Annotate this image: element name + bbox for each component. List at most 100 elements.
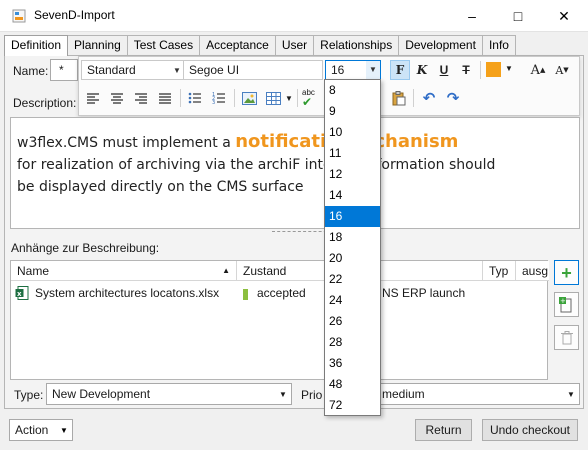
font-size-select[interactable]: 16 ▼ xyxy=(325,60,381,80)
attachment-name: System architectures locatons.xlsx xyxy=(35,286,220,300)
align-right-icon[interactable] xyxy=(131,88,151,108)
svg-text:3: 3 xyxy=(212,100,215,104)
bullets-icon[interactable] xyxy=(185,88,205,108)
add-attachment-button[interactable]: + xyxy=(554,260,579,285)
shrink-font-glyph: A xyxy=(555,63,564,77)
style-select[interactable]: Standard ▼ xyxy=(81,60,185,80)
font-size-option[interactable]: 14 xyxy=(325,185,380,206)
minimize-button[interactable]: – xyxy=(449,0,495,32)
shrink-font-button[interactable]: A ▼ xyxy=(552,60,572,80)
style-value: Standard xyxy=(87,63,136,77)
action-menu[interactable]: Action ▼ xyxy=(9,419,73,441)
table-row[interactable]: x System architectures locatons.xlsx acc… xyxy=(11,282,548,304)
image-icon[interactable] xyxy=(239,88,259,108)
font-size-option[interactable]: 11 xyxy=(325,143,380,164)
svg-text:x: x xyxy=(17,290,22,298)
type-value: New Development xyxy=(52,387,151,401)
font-size-value: 16 xyxy=(331,63,345,77)
bold-button[interactable]: F xyxy=(390,60,410,80)
font-select[interactable]: Segoe UI xyxy=(183,60,323,80)
splitter-grip xyxy=(272,231,332,232)
font-size-option[interactable]: 18 xyxy=(325,227,380,248)
window-title: SevenD-Import xyxy=(34,8,115,22)
new-document-button[interactable]: + xyxy=(554,292,579,317)
font-size-option[interactable]: 12 xyxy=(325,164,380,185)
excel-file-icon: x xyxy=(15,286,29,300)
action-value: Action xyxy=(15,423,49,437)
redo-icon[interactable]: ↷ xyxy=(443,88,463,108)
column-header-status[interactable]: Zustand xyxy=(237,261,327,281)
column-header-type[interactable]: Typ xyxy=(483,261,516,281)
chevron-down-icon: ▼ xyxy=(60,425,68,435)
italic-button[interactable]: K xyxy=(412,60,432,80)
editor-text: for realization of archiving via the arc… xyxy=(17,157,332,173)
font-size-option[interactable]: 16 xyxy=(325,206,380,227)
table-icon[interactable] xyxy=(263,88,283,108)
attachment-release: NS ERP launch xyxy=(382,286,466,300)
align-left-icon[interactable] xyxy=(83,88,103,108)
editor-line-2: for realization of archiving via the arc… xyxy=(17,154,573,176)
status-indicator-icon xyxy=(243,289,248,300)
type-select[interactable]: New Development ▼ xyxy=(46,383,292,405)
justify-icon[interactable] xyxy=(155,88,175,108)
chevron-down-icon[interactable]: ▼ xyxy=(285,94,293,103)
tab-test-cases[interactable]: Test Cases xyxy=(126,35,201,55)
align-center-icon[interactable] xyxy=(107,88,127,108)
type-label: Type: xyxy=(14,388,44,402)
maximize-button[interactable]: □ xyxy=(495,0,541,32)
tab-info[interactable]: Info xyxy=(481,35,516,55)
tab-definition[interactable]: Definition xyxy=(4,35,69,56)
return-button[interactable]: Return xyxy=(415,419,472,441)
editor-text-tail: nformation should xyxy=(367,157,496,173)
splitter-handle[interactable] xyxy=(10,229,580,235)
toolbar-divider xyxy=(413,89,414,107)
priority-value: medium xyxy=(382,387,425,401)
font-size-option[interactable]: 10 xyxy=(325,122,380,143)
chevron-down-icon: ▼ xyxy=(505,64,513,73)
highlighted-text: notificati xyxy=(235,131,327,152)
font-size-option[interactable]: 9 xyxy=(325,101,380,122)
tab-planning[interactable]: Planning xyxy=(67,35,128,55)
close-button[interactable]: ✕ xyxy=(541,0,587,32)
font-size-option[interactable]: 26 xyxy=(325,311,380,332)
trash-icon xyxy=(560,330,573,344)
svg-text:+: + xyxy=(560,297,566,305)
tab-bar: Definition Planning Test Cases Acceptanc… xyxy=(4,35,516,56)
column-header-name[interactable]: Name ▲ xyxy=(11,261,237,281)
font-value: Segoe UI xyxy=(189,63,240,77)
spellcheck-icon[interactable]: abc ✔ xyxy=(302,88,322,110)
grow-font-glyph: A xyxy=(530,62,540,78)
priority-label: Prio xyxy=(301,388,323,402)
chevron-down-icon: ▼ xyxy=(279,389,287,399)
name-input[interactable]: * xyxy=(50,59,78,81)
paste-icon[interactable] xyxy=(389,88,409,108)
font-size-option[interactable]: 72 xyxy=(325,395,380,416)
undo-checkout-button[interactable]: Undo checkout xyxy=(482,419,578,441)
description-editor[interactable]: w3flex.CMS must implement a notificati ec… xyxy=(10,117,580,229)
tab-development[interactable]: Development xyxy=(398,35,483,55)
numbering-icon[interactable]: 123 xyxy=(209,88,229,108)
text-color-button[interactable]: ▼ xyxy=(486,62,514,78)
tab-acceptance[interactable]: Acceptance xyxy=(199,35,276,55)
strikethrough-button[interactable]: T xyxy=(456,60,476,80)
chevron-down-icon: ▼ xyxy=(366,61,380,79)
grow-font-button[interactable]: A ▲ xyxy=(528,60,548,80)
color-swatch xyxy=(486,62,501,77)
underline-button[interactable]: U xyxy=(434,60,454,80)
tab-user[interactable]: User xyxy=(274,35,315,55)
tab-relationships[interactable]: Relationships xyxy=(313,35,400,55)
column-header-issued[interactable]: ausg xyxy=(516,261,549,281)
attachments-title: Anhänge zur Beschreibung: xyxy=(11,241,160,255)
attachments-table: Name ▲ Zustand Typ ausg x System archite… xyxy=(10,260,549,380)
font-size-option[interactable]: 36 xyxy=(325,353,380,374)
font-size-option[interactable]: 48 xyxy=(325,374,380,395)
name-label: Name: xyxy=(13,64,49,78)
font-size-option[interactable]: 24 xyxy=(325,290,380,311)
font-size-option[interactable]: 8 xyxy=(325,80,380,101)
font-size-option[interactable]: 28 xyxy=(325,332,380,353)
undo-icon[interactable]: ↶ xyxy=(419,88,439,108)
font-size-option[interactable]: 20 xyxy=(325,248,380,269)
delete-attachment-button[interactable] xyxy=(554,325,579,350)
font-size-option[interactable]: 22 xyxy=(325,269,380,290)
editor-text: w3flex.CMS must implement a xyxy=(17,135,236,151)
